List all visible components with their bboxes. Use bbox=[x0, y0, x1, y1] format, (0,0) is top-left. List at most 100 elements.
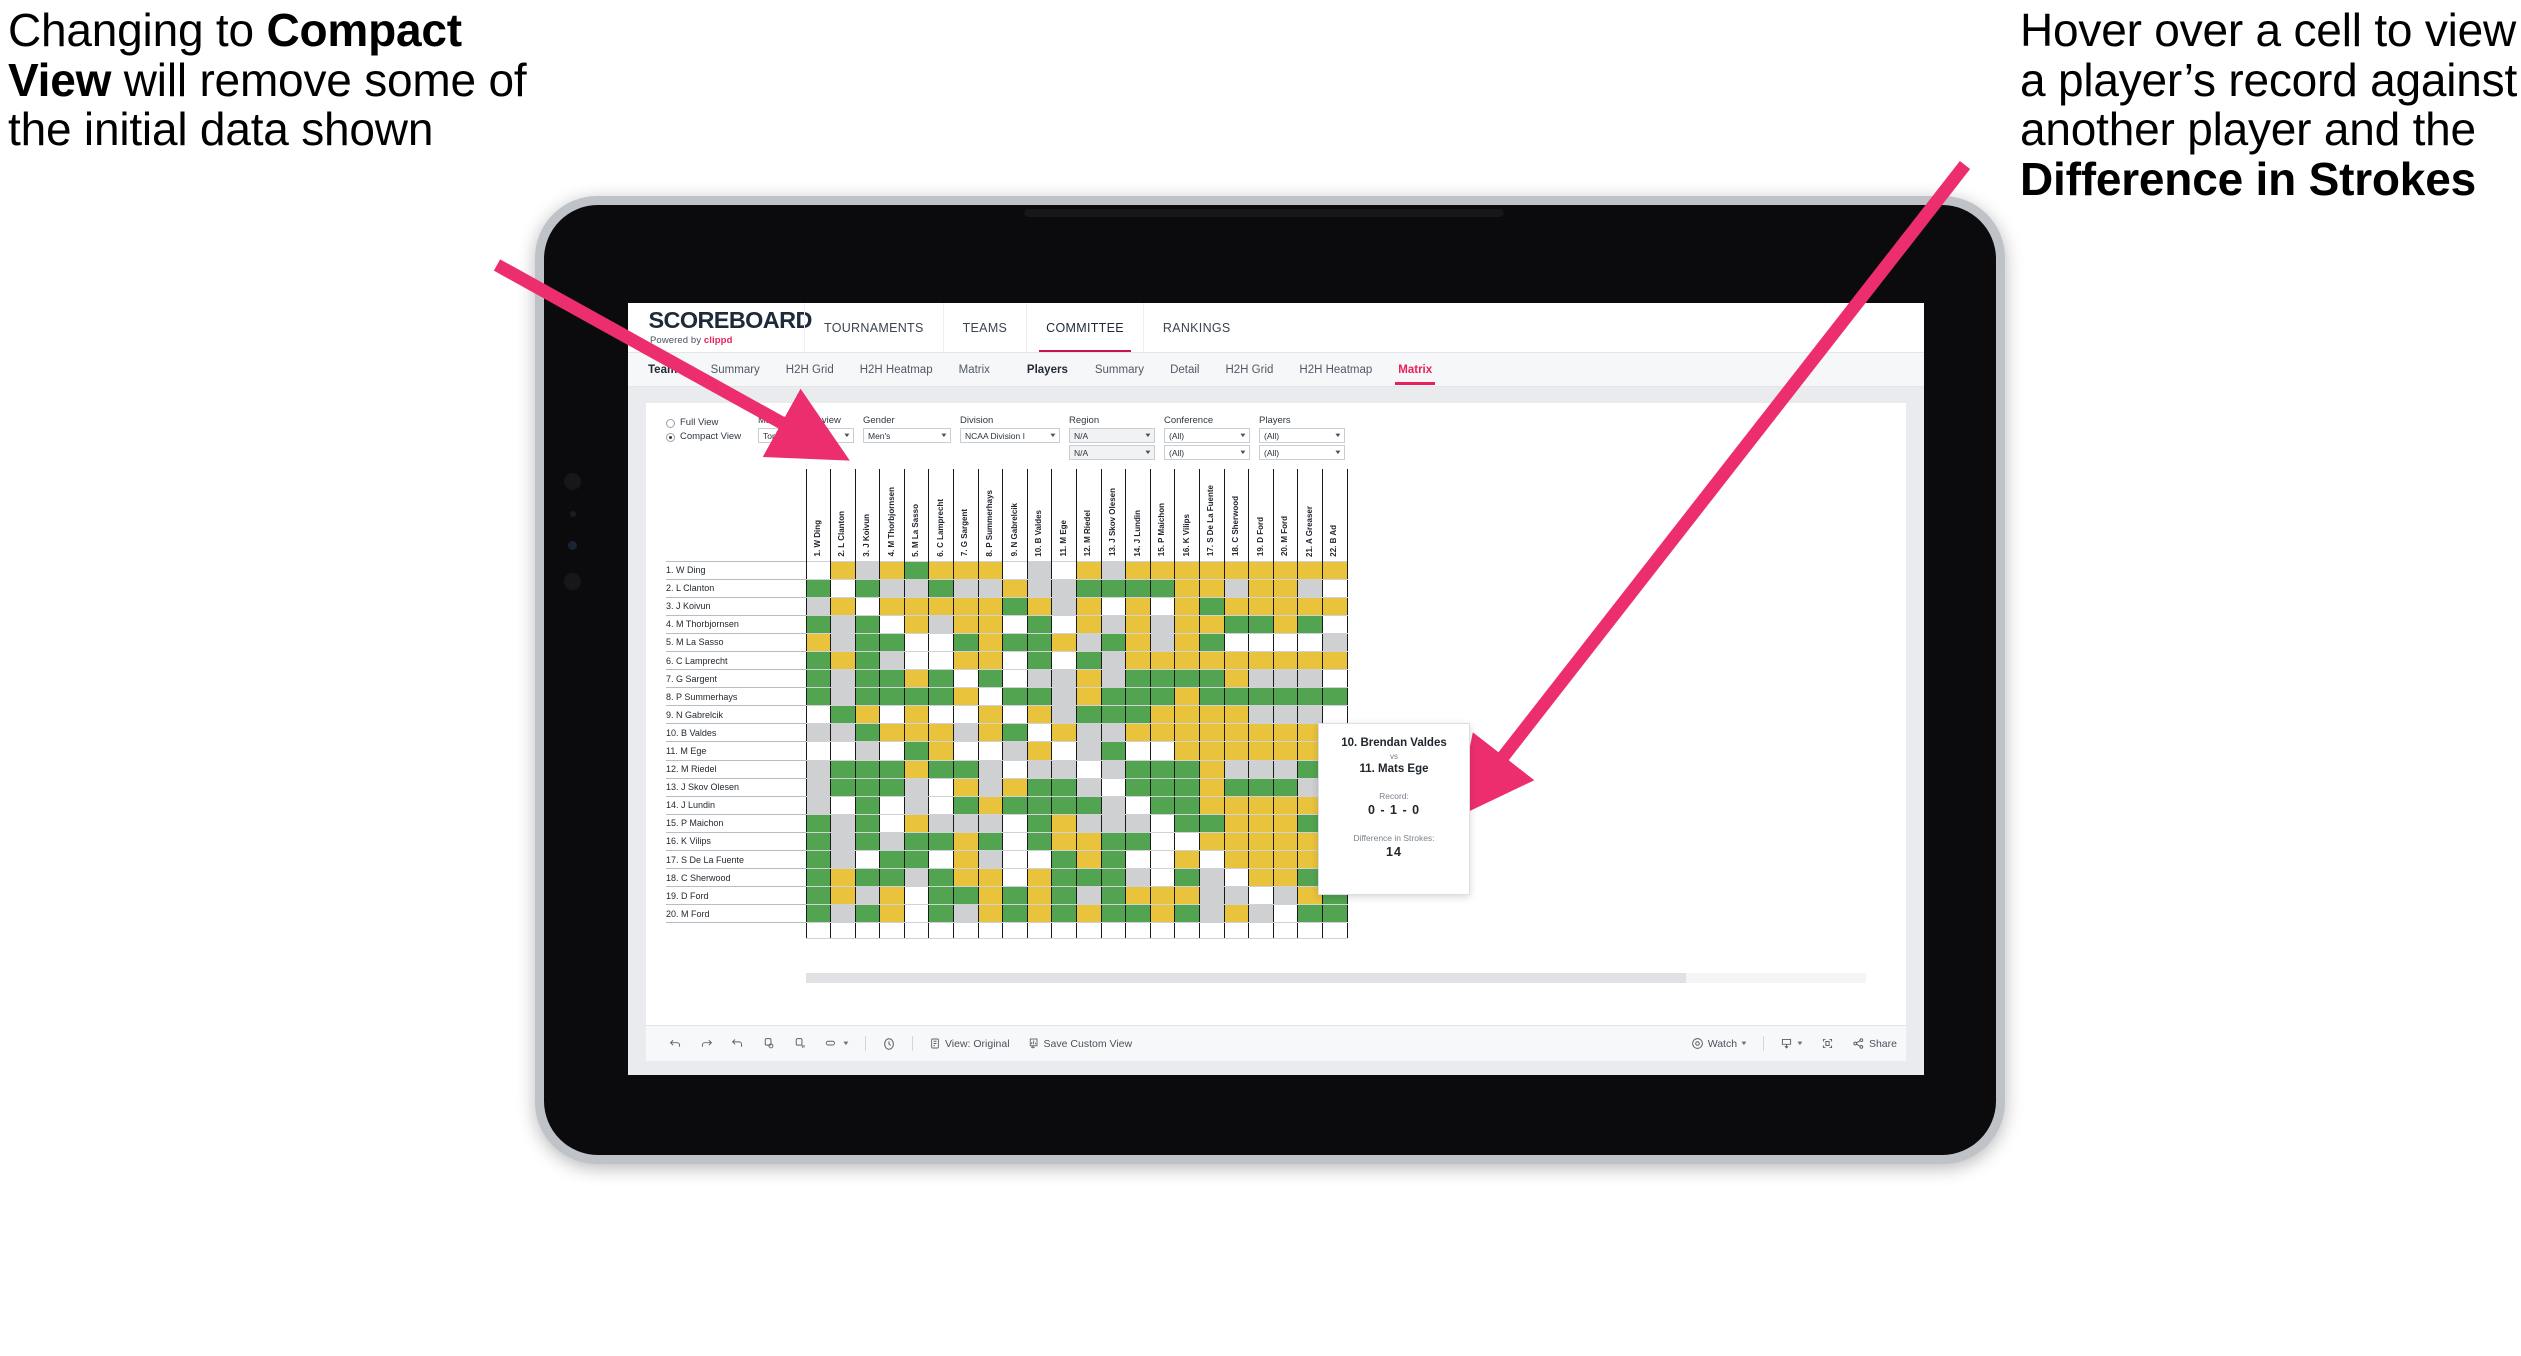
matrix-cell[interactable] bbox=[928, 886, 955, 906]
matrix-cell[interactable] bbox=[879, 831, 905, 852]
matrix-cell[interactable] bbox=[903, 687, 930, 707]
matrix-cell[interactable] bbox=[879, 687, 905, 707]
matrix-cell[interactable] bbox=[1026, 868, 1053, 888]
matrix-cell[interactable] bbox=[1223, 723, 1250, 743]
matrix-cell[interactable] bbox=[854, 813, 881, 833]
matrix-cell[interactable] bbox=[1076, 741, 1102, 761]
matrix-cell[interactable] bbox=[1223, 741, 1250, 761]
matrix-cell[interactable] bbox=[1297, 687, 1323, 707]
matrix-cell[interactable] bbox=[1100, 650, 1127, 671]
matrix-cell[interactable] bbox=[977, 650, 1004, 671]
matrix-cell[interactable] bbox=[854, 687, 881, 707]
matrix-cell[interactable] bbox=[830, 759, 856, 779]
matrix-cell[interactable] bbox=[879, 632, 905, 652]
matrix-cell[interactable] bbox=[1248, 759, 1274, 779]
matrix-cell[interactable] bbox=[1272, 831, 1299, 852]
matrix-cell[interactable] bbox=[1223, 578, 1250, 598]
matrix-cell[interactable] bbox=[1248, 795, 1274, 815]
matrix-column-header[interactable]: 4. M Thorbjornsen bbox=[879, 469, 905, 561]
tab-players-h2h-grid[interactable]: H2H Grid bbox=[1212, 364, 1286, 376]
matrix-row-label[interactable]: 14. J Lundin bbox=[666, 795, 806, 815]
matrix-cell[interactable] bbox=[805, 578, 832, 598]
matrix-cell[interactable] bbox=[1248, 614, 1274, 634]
matrix-cell[interactable] bbox=[854, 578, 881, 598]
matrix-row-label[interactable]: 16. K Vilips bbox=[666, 831, 806, 851]
matrix-cell[interactable] bbox=[854, 849, 881, 870]
matrix-cell[interactable] bbox=[1051, 849, 1078, 870]
tab-players-detail[interactable]: Detail bbox=[1157, 364, 1212, 376]
matrix-row-label[interactable]: 8. P Summerhays bbox=[666, 687, 806, 706]
matrix-cell[interactable] bbox=[1149, 795, 1176, 815]
pause-button[interactable] bbox=[784, 1037, 815, 1050]
matrix-cell[interactable] bbox=[1125, 669, 1151, 689]
matrix-cell[interactable] bbox=[879, 723, 905, 743]
matrix-cell[interactable] bbox=[903, 886, 930, 906]
matrix-cell[interactable] bbox=[1174, 777, 1200, 797]
matrix-cell[interactable] bbox=[1125, 813, 1151, 833]
matrix-cell[interactable] bbox=[1076, 560, 1102, 580]
matrix-cell[interactable] bbox=[953, 687, 979, 707]
matrix-cell[interactable] bbox=[903, 560, 930, 580]
matrix-cell[interactable] bbox=[1026, 650, 1053, 671]
matrix-cell[interactable] bbox=[805, 831, 832, 852]
matrix-cell[interactable] bbox=[1199, 560, 1225, 580]
matrix-cell[interactable] bbox=[854, 650, 881, 671]
matrix-cell[interactable] bbox=[928, 868, 955, 888]
matrix-cell[interactable] bbox=[1297, 614, 1323, 634]
matrix-cell[interactable] bbox=[1248, 904, 1274, 924]
matrix-cell[interactable] bbox=[1248, 632, 1274, 652]
matrix-cell[interactable] bbox=[1248, 669, 1274, 689]
matrix-cell[interactable] bbox=[1051, 741, 1078, 761]
matrix-column-header[interactable]: 6. C Lamprecht bbox=[928, 469, 955, 561]
matrix-cell[interactable] bbox=[1125, 632, 1151, 652]
matrix-column-header[interactable]: 15. P Maichon bbox=[1149, 469, 1176, 561]
matrix-cell[interactable] bbox=[1272, 632, 1299, 652]
matrix-row-label[interactable]: 6. C Lamprecht bbox=[666, 650, 806, 670]
matrix-cell[interactable] bbox=[1100, 578, 1127, 598]
matrix-cell[interactable] bbox=[1125, 777, 1151, 797]
matrix-cell[interactable] bbox=[1174, 886, 1200, 906]
matrix-cell[interactable] bbox=[1223, 777, 1250, 797]
matrix-row-label[interactable]: 10. B Valdes bbox=[666, 723, 806, 742]
matrix-row-label[interactable]: 4. M Thorbjornsen bbox=[666, 614, 806, 634]
matrix-cell[interactable] bbox=[1002, 687, 1028, 707]
matrix-cell[interactable] bbox=[879, 904, 905, 924]
matrix-cell[interactable] bbox=[805, 886, 832, 906]
matrix-cell[interactable] bbox=[1248, 849, 1274, 870]
matrix-cell[interactable] bbox=[1100, 795, 1127, 815]
matrix-cell[interactable] bbox=[953, 831, 979, 852]
matrix-cell[interactable] bbox=[1002, 759, 1028, 779]
matrix-cell[interactable] bbox=[1076, 578, 1102, 598]
matrix-cell[interactable] bbox=[1002, 868, 1028, 888]
matrix-cell[interactable] bbox=[1199, 831, 1225, 852]
matrix-cell[interactable] bbox=[1223, 886, 1250, 906]
matrix-cell[interactable] bbox=[1125, 614, 1151, 634]
matrix-cell[interactable] bbox=[1199, 886, 1225, 906]
download-button[interactable]: ▼ bbox=[1771, 1037, 1812, 1050]
matrix-cell[interactable] bbox=[928, 705, 955, 725]
matrix-cell[interactable] bbox=[879, 868, 905, 888]
matrix-cell[interactable] bbox=[977, 723, 1004, 743]
matrix-cell[interactable] bbox=[854, 777, 881, 797]
matrix-cell[interactable] bbox=[977, 759, 1004, 779]
matrix-cell[interactable] bbox=[1149, 777, 1176, 797]
matrix-cell[interactable] bbox=[977, 831, 1004, 852]
matrix-cell[interactable] bbox=[1321, 669, 1348, 689]
matrix-cell[interactable] bbox=[1051, 614, 1078, 634]
filter-max-players-select[interactable]: Top 25 ▼ bbox=[758, 428, 854, 443]
matrix-cell[interactable] bbox=[1149, 813, 1176, 833]
h2h-matrix[interactable]: 1. W Ding 2. L Clanton 3. J Koivun 4. M Tho… bbox=[666, 469, 1348, 940]
matrix-cell[interactable] bbox=[1248, 831, 1274, 852]
matrix-row-label[interactable]: 18. C Sherwood bbox=[666, 868, 806, 887]
matrix-cell[interactable] bbox=[1272, 723, 1299, 743]
matrix-cell[interactable] bbox=[977, 777, 1004, 797]
matrix-cell[interactable] bbox=[903, 849, 930, 870]
horizontal-scrollbar[interactable] bbox=[806, 973, 1866, 983]
matrix-cell[interactable] bbox=[805, 795, 832, 815]
matrix-column-header[interactable]: 20. M Ford bbox=[1272, 469, 1299, 561]
tab-players-summary[interactable]: Summary bbox=[1082, 364, 1157, 376]
matrix-cell[interactable] bbox=[1272, 868, 1299, 888]
matrix-cell[interactable] bbox=[1174, 813, 1200, 833]
matrix-cell[interactable] bbox=[854, 723, 881, 743]
matrix-cell[interactable] bbox=[879, 741, 905, 761]
